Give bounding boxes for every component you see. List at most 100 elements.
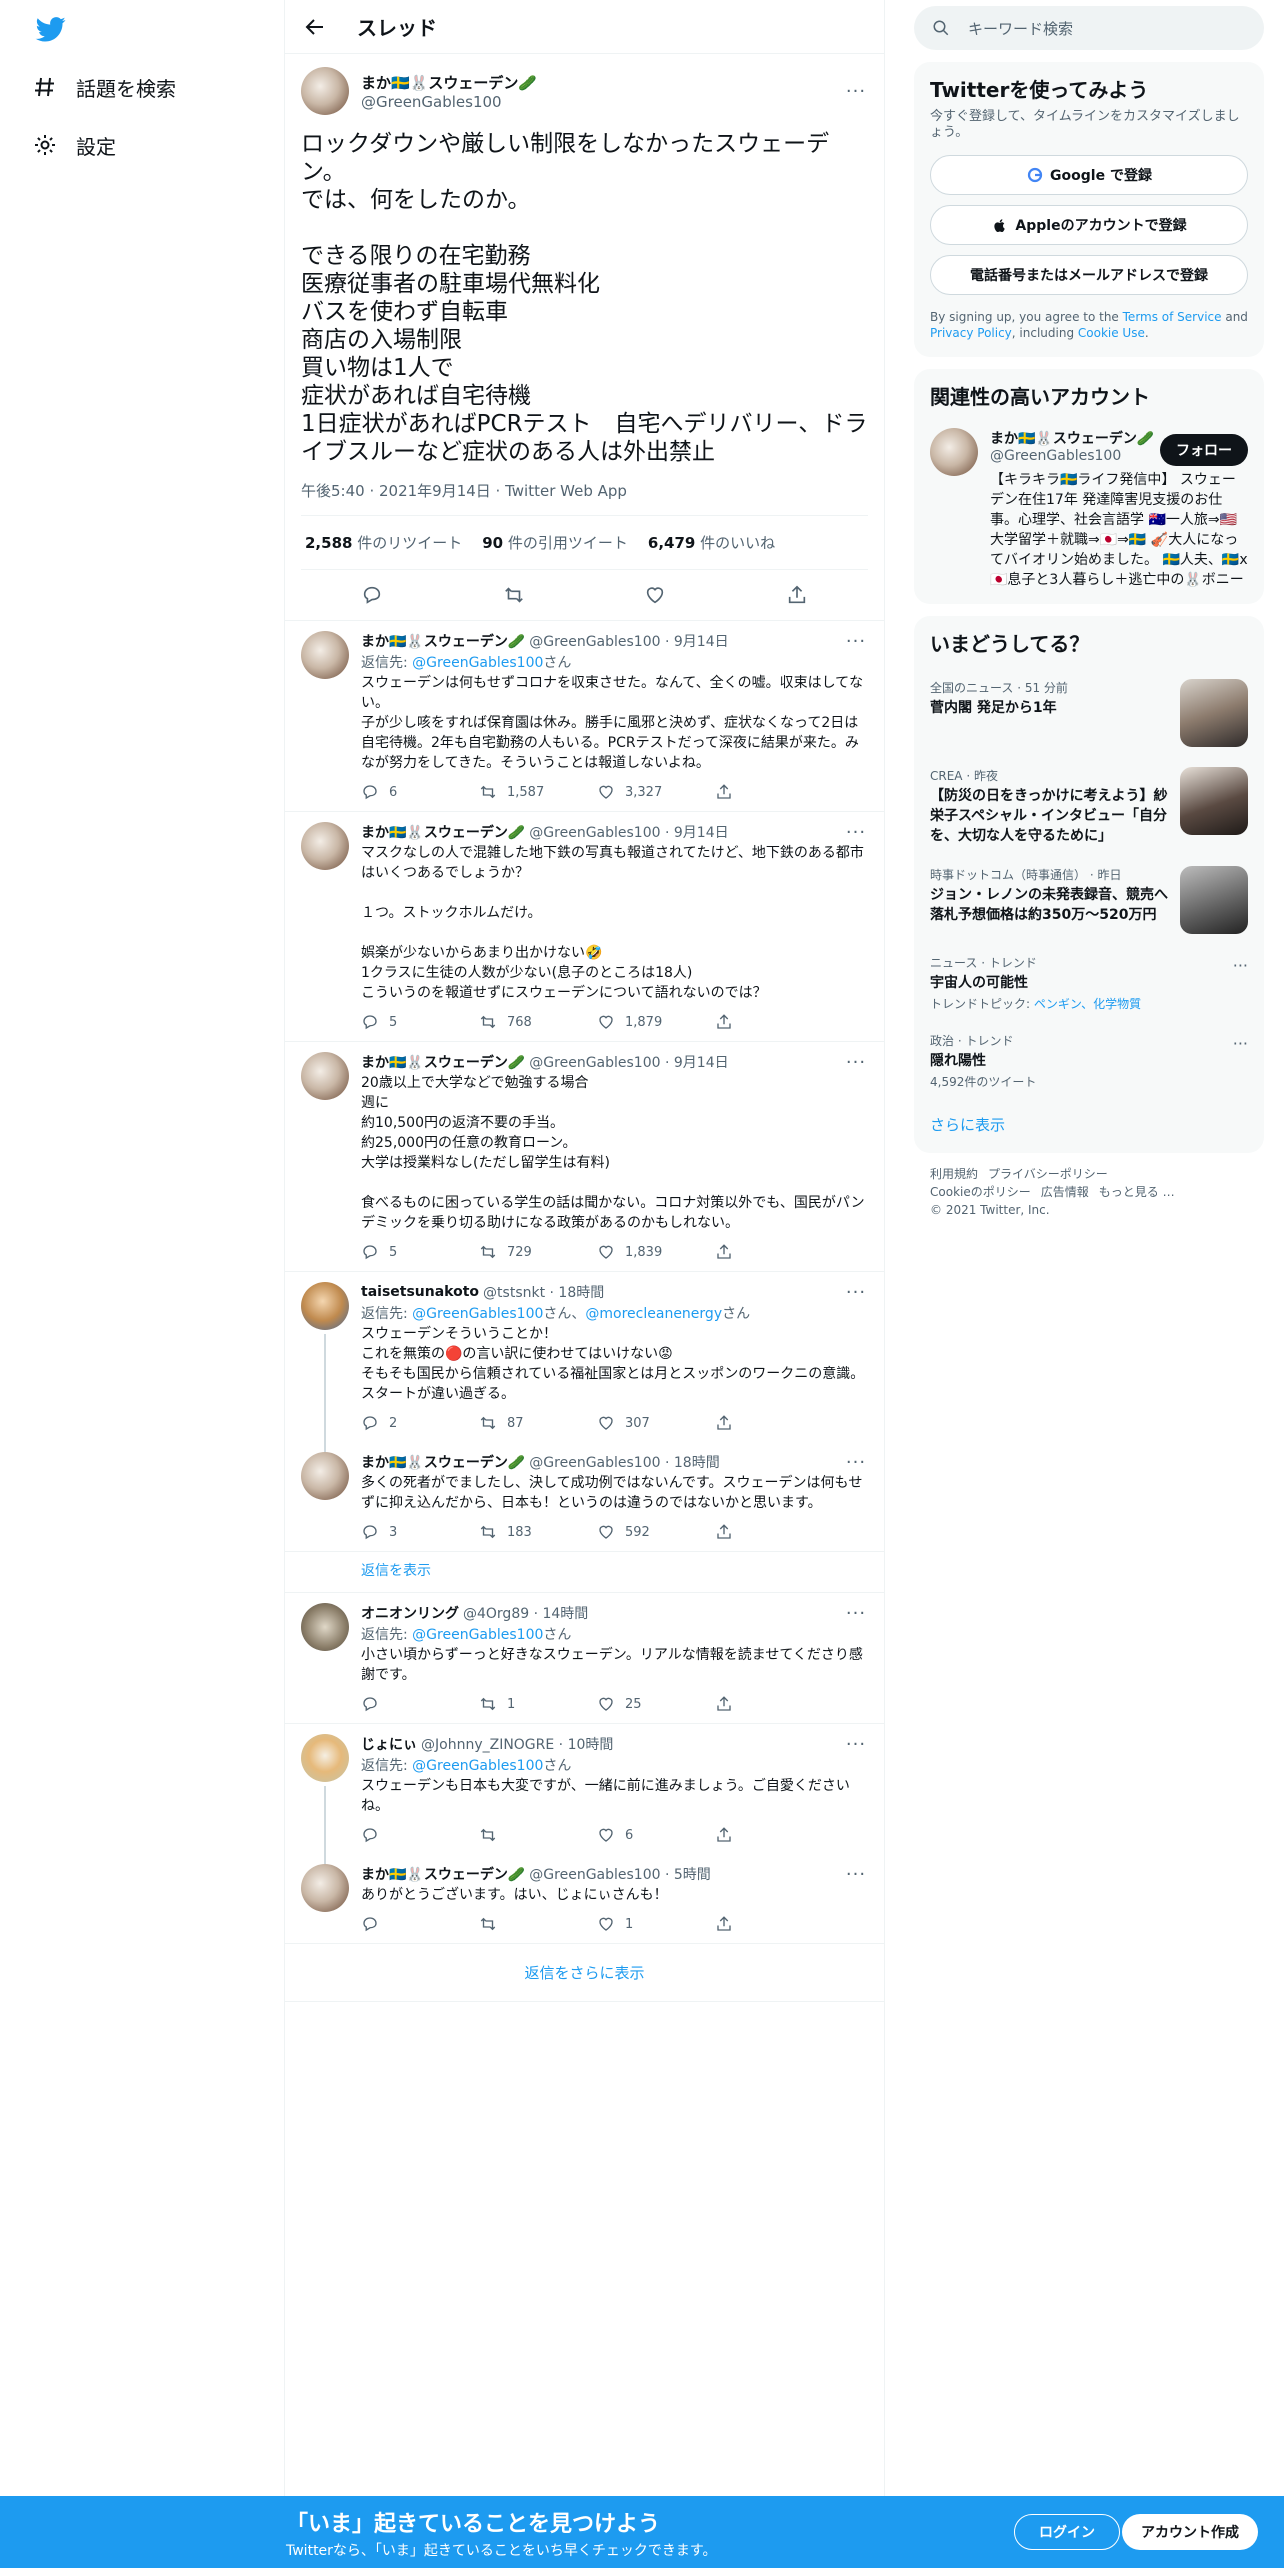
reply-author-name[interactable]: taisetsunakoto (361, 1284, 479, 1300)
more-options-icon[interactable]: ··· (844, 1282, 868, 1303)
share-button[interactable] (715, 783, 833, 801)
avatar[interactable] (301, 1734, 349, 1782)
avatar[interactable] (301, 1052, 349, 1100)
avatar[interactable] (301, 822, 349, 870)
more-options-icon[interactable]: ··· (844, 1864, 868, 1885)
trend-item[interactable]: 政治 · トレンド 隠れ陽性 4,592件のツイート ··· (914, 1022, 1264, 1100)
author-handle[interactable]: @GreenGables100 (361, 93, 844, 111)
more-options-icon[interactable]: ··· (844, 1603, 868, 1624)
back-arrow-icon[interactable] (303, 15, 327, 39)
reply-author-handle[interactable]: @Johnny_ZINOGRE · 10時間 (421, 1734, 613, 1754)
reply-author-handle[interactable]: @GreenGables100 · 9月14日 (529, 822, 728, 842)
share-button[interactable] (715, 1915, 833, 1933)
reply-button[interactable] (361, 1915, 479, 1933)
trend-item[interactable]: CREA · 昨夜 【防災の日をきっかけに考えよう】紗栄子スペシャル・インタビュー… (914, 757, 1264, 856)
retweet-button[interactable]: 729 (479, 1243, 597, 1261)
reply-tweet[interactable]: じょにぃ @Johnny_ZINOGRE · 10時間 ··· 返信先: @Green… (285, 1724, 884, 1864)
related-account[interactable]: まか🇸🇪🐰スウェーデン🥒 @GreenGables100 【キラキラ🇸🇪ライフ発… (914, 422, 1264, 604)
show-more-link[interactable]: さらに表示 (914, 1100, 1264, 1153)
reply-tweet[interactable]: まか🇸🇪🐰スウェーデン🥒 @GreenGables100 · 18時間 ··· 多くの… (285, 1442, 884, 1552)
reply-tweet[interactable]: まか🇸🇪🐰スウェーデン🥒 @GreenGables100 · 9月14日 ··· 20… (285, 1042, 884, 1272)
like-button[interactable]: 1,879 (597, 1013, 715, 1031)
reply-button[interactable]: 5 (361, 1013, 479, 1031)
tweet-timestamp[interactable]: 午後5:40 · 2021年9月14日 · Twitter Web App (301, 480, 868, 516)
share-button[interactable] (715, 1523, 833, 1541)
avatar[interactable] (301, 1603, 349, 1651)
avatar[interactable] (930, 428, 978, 476)
avatar[interactable] (301, 1864, 349, 1912)
show-replies-link[interactable]: 返信を表示 (285, 1552, 884, 1593)
reply-author-name[interactable]: まか🇸🇪🐰スウェーデン🥒 (361, 1052, 525, 1072)
quote-count[interactable]: 90 件の引用ツイート (482, 532, 628, 553)
footer-link[interactable]: もっと見る … (1099, 1185, 1175, 1199)
mention-link[interactable]: @morecleanenergy (585, 1306, 722, 1322)
more-options-icon[interactable]: ··· (844, 822, 868, 843)
reply-author-name[interactable]: オニオンリング (361, 1603, 459, 1623)
retweet-icon[interactable] (503, 584, 525, 606)
retweet-count[interactable]: 2,588 件のリツイート (305, 532, 462, 553)
footer-link[interactable]: 広告情報 (1041, 1185, 1089, 1199)
like-icon[interactable] (644, 584, 666, 606)
trend-item[interactable]: 時事ドットコム（時事通信） · 昨日 ジョン・レノンの未発表録音、競売へ 落札予想… (914, 856, 1264, 944)
apple-signup-button[interactable]: Appleのアカウントで登録 (930, 205, 1248, 245)
reply-button[interactable] (361, 1826, 479, 1844)
more-options-icon[interactable]: ··· (1233, 1034, 1248, 1053)
more-options-icon[interactable]: ··· (844, 631, 868, 652)
author-name[interactable]: まか🇸🇪🐰スウェーデン🥒 (361, 72, 844, 93)
reply-button[interactable] (361, 1695, 479, 1713)
like-button[interactable]: 1 (597, 1915, 715, 1933)
reply-icon[interactable] (361, 584, 383, 606)
trend-item[interactable]: ニュース · トレンド 宇宙人の可能性 トレンドトピック: ペンギン、化学物質 ··… (914, 944, 1264, 1022)
like-button[interactable]: 592 (597, 1523, 715, 1541)
google-signup-button[interactable]: Google で登録 (930, 155, 1248, 195)
reply-author-name[interactable]: まか🇸🇪🐰スウェーデン🥒 (361, 822, 525, 842)
reply-tweet[interactable]: まか🇸🇪🐰スウェーデン🥒 @GreenGables100 · 5時間 ··· ありがと… (285, 1854, 884, 1944)
like-button[interactable]: 6 (597, 1826, 715, 1844)
nav-settings[interactable]: 設定 (32, 125, 116, 165)
retweet-button[interactable]: 1 (479, 1695, 597, 1713)
share-icon[interactable] (786, 584, 808, 606)
trend-item[interactable]: 全国のニュース · 51 分前 菅内閣 発足から1年 (914, 669, 1264, 757)
reply-tweet[interactable]: taisetsunakoto @tstsnkt · 18時間 ··· 返信先: @Gr… (285, 1272, 884, 1452)
reply-author-handle[interactable]: @tstsnkt · 18時間 (483, 1282, 604, 1302)
retweet-button[interactable]: 183 (479, 1523, 597, 1541)
reply-author-handle[interactable]: @GreenGables100 · 5時間 (529, 1864, 711, 1884)
more-options-icon[interactable]: ··· (844, 81, 868, 102)
like-count[interactable]: 6,479 件のいいね (648, 532, 775, 553)
reply-tweet[interactable]: まか🇸🇪🐰スウェーデン🥒 @GreenGables100 · 9月14日 ··· 返信… (285, 621, 884, 812)
reply-author-handle[interactable]: @GreenGables100 · 18時間 (529, 1452, 719, 1472)
avatar[interactable] (301, 1452, 349, 1500)
avatar[interactable] (301, 67, 349, 115)
reply-author-name[interactable]: まか🇸🇪🐰スウェーデン🥒 (361, 1864, 525, 1884)
share-button[interactable] (715, 1243, 833, 1261)
reply-author-handle[interactable]: @GreenGables100 · 9月14日 (529, 1052, 728, 1072)
more-options-icon[interactable]: ··· (1233, 956, 1248, 975)
retweet-button[interactable] (479, 1826, 597, 1844)
reply-author-name[interactable]: まか🇸🇪🐰スウェーデン🥒 (361, 1452, 525, 1472)
like-button[interactable]: 25 (597, 1695, 715, 1713)
privacy-link[interactable]: Privacy Policy (930, 326, 1012, 340)
reply-tweet[interactable]: まか🇸🇪🐰スウェーデン🥒 @GreenGables100 · 9月14日 ··· マス… (285, 812, 884, 1042)
retweet-button[interactable] (479, 1915, 597, 1933)
avatar[interactable] (301, 631, 349, 679)
mention-link[interactable]: @GreenGables100 (412, 1758, 543, 1774)
reply-tweet[interactable]: オニオンリング @4Org89 · 14時間 ··· 返信先: @GreenGable… (285, 1593, 884, 1724)
reply-button[interactable]: 2 (361, 1414, 479, 1432)
mention-link[interactable]: @GreenGables100 (412, 655, 543, 671)
mention-link[interactable]: @GreenGables100 (412, 1306, 543, 1322)
share-button[interactable] (715, 1695, 833, 1713)
signup-button[interactable]: アカウント作成 (1122, 2514, 1258, 2550)
terms-link[interactable]: Terms of Service (1123, 310, 1222, 324)
more-replies-link[interactable]: 返信をさらに表示 (285, 1944, 884, 2002)
retweet-button[interactable]: 87 (479, 1414, 597, 1432)
footer-link[interactable]: Cookieのポリシー (930, 1185, 1031, 1199)
like-button[interactable]: 3,327 (597, 783, 715, 801)
reply-author-handle[interactable]: @4Org89 · 14時間 (463, 1603, 588, 1623)
more-options-icon[interactable]: ··· (844, 1734, 868, 1755)
login-button[interactable]: ログイン (1014, 2514, 1120, 2550)
phone-email-signup-button[interactable]: 電話番号またはメールアドレスで登録 (930, 255, 1248, 295)
footer-link[interactable]: プライバシーポリシー (988, 1167, 1108, 1181)
retweet-button[interactable]: 768 (479, 1013, 597, 1031)
search-input[interactable]: キーワード検索 (914, 6, 1264, 50)
more-options-icon[interactable]: ··· (844, 1452, 868, 1473)
